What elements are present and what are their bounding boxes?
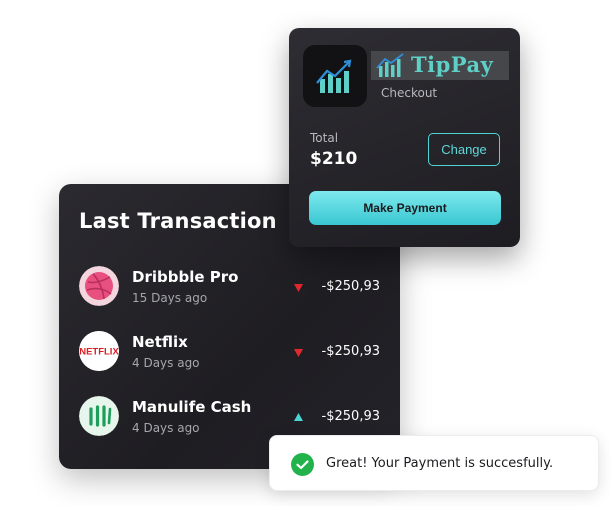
transaction-date: 15 Days ago [132,291,208,305]
brand-banner: TipPay [371,51,509,80]
transaction-amount: -$250,93 [321,344,380,359]
arrow-down-icon [294,284,303,292]
brand-name: TipPay [411,52,494,77]
transaction-amount: -$250,93 [321,409,380,424]
transaction-name: Manulife Cash [132,398,252,416]
stage: Last Transaction Dribbble Pro 15 Days ag… [0,0,610,506]
transaction-name: Dribbble Pro [132,268,239,286]
arrow-down-icon [294,349,303,357]
toast-message: Great! Your Payment is succesfully. [326,456,554,471]
transactions-title: Last Transaction [79,209,277,233]
checkout-card: TipPay Checkout Total $210 Change Make P… [289,28,520,247]
netflix-icon: NETFLIX [79,331,119,371]
svg-text:NETFLIX: NETFLIX [79,347,119,358]
transaction-row[interactable]: Manulife Cash 4 Days ago -$250,93 [79,396,384,440]
transaction-name: Netflix [132,333,188,351]
app-logo [303,45,367,107]
transaction-date: 4 Days ago [132,421,200,435]
dribbble-icon [79,266,119,306]
success-toast: Great! Your Payment is succesfully. [269,435,599,491]
transaction-row[interactable]: NETFLIX Netflix 4 Days ago -$250,93 [79,331,384,375]
total-label: Total [310,131,339,145]
transaction-date: 4 Days ago [132,356,200,370]
check-circle-icon [291,453,314,476]
bar-chart-icon [316,59,352,93]
arrow-up-icon [294,413,303,421]
make-payment-button[interactable]: Make Payment [309,191,501,225]
total-value: $210 [310,149,358,169]
bar-chart-icon [376,53,404,77]
transaction-row[interactable]: Dribbble Pro 15 Days ago -$250,93 [79,266,384,310]
manulife-icon [79,396,119,436]
checkout-subtitle: Checkout [381,86,438,100]
change-button[interactable]: Change [428,133,500,166]
transaction-amount: -$250,93 [321,279,380,294]
